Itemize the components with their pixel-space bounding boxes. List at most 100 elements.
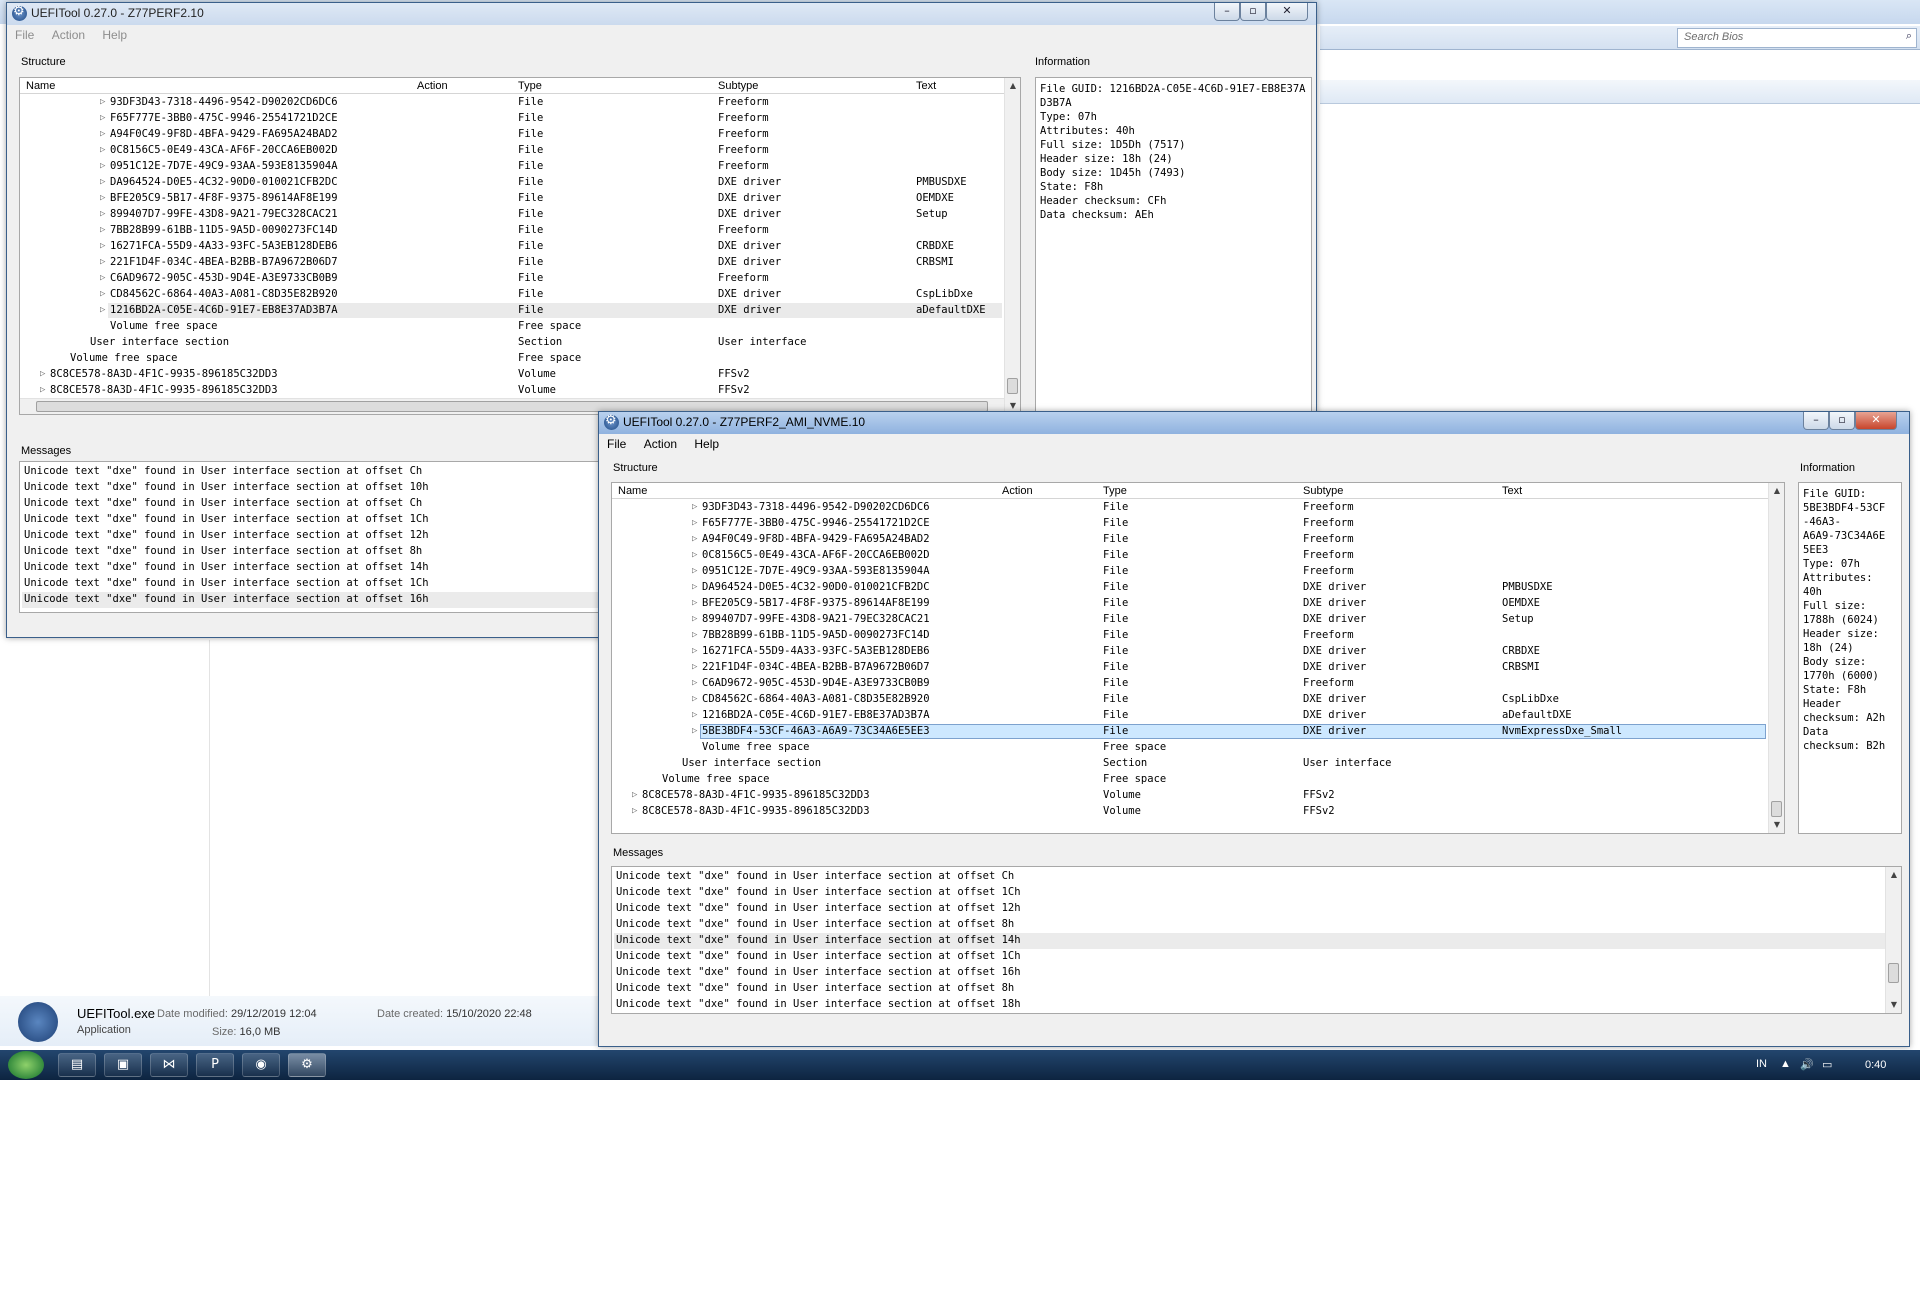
chrome-taskbar-button[interactable]: ◉ [242, 1053, 280, 1077]
powerpoint-taskbar-button[interactable]: P [196, 1053, 234, 1077]
column-subtype[interactable]: Subtype [718, 80, 758, 92]
tree-row[interactable]: ▷ 0951C12E-7D7E-49C9-93AA-593E8135904A Fil… [20, 159, 1004, 175]
maximize-button[interactable]: ▫ [1240, 3, 1266, 21]
message-row[interactable]: Unicode text "dxe" found in User interfa… [614, 981, 1885, 997]
language-indicator[interactable]: IN [1756, 1058, 1767, 1070]
search-icon[interactable]: ⌕ [1906, 30, 1912, 43]
expand-arrow-icon[interactable]: ▷ [692, 662, 697, 672]
menu-action[interactable]: Action [44, 25, 91, 42]
expand-arrow-icon[interactable]: ▷ [100, 209, 105, 219]
message-row[interactable]: Unicode text "dxe" found in User interfa… [614, 965, 1885, 981]
expand-arrow-icon[interactable]: ▷ [100, 97, 105, 107]
expand-arrow-icon[interactable]: ▷ [692, 582, 697, 592]
uefitool-window-front[interactable]: UEFITool 0.27.0 - Z77PERF2_AMI_NVME.10 –… [598, 411, 1910, 1047]
tree-row[interactable]: ▷ A94F0C49-9F8D-4BFA-9429-FA695A24BAD2 Fil… [20, 127, 1004, 143]
scroll-up-arrow[interactable]: ▲ [1769, 483, 1784, 499]
tree-row[interactable]: ▷ F65F777E-3BB0-475C-9946-25541721D2CE Fil… [612, 516, 1768, 532]
minimize-button[interactable]: – [1803, 412, 1829, 430]
uefitool-taskbar-button[interactable]: ⚙ [288, 1053, 326, 1077]
scroll-up-arrow[interactable]: ▲ [1005, 78, 1020, 94]
tree-row[interactable]: ▷ BFE205C9-5B17-4F8F-9375-89614AF8E199 Fil… [612, 596, 1768, 612]
message-row[interactable]: Unicode text "dxe" found in User interfa… [614, 917, 1885, 933]
scroll-thumb[interactable] [1771, 801, 1782, 817]
tree-row[interactable]: ▷ 5BE3BDF4-53CF-46A3-A6A9-73C34A6E5EE3 Fil… [612, 724, 1768, 740]
search-input[interactable]: Search Bios ⌕ [1677, 28, 1917, 48]
tree-row[interactable]: Volume free space Free space [612, 740, 1768, 756]
tree-row[interactable]: ▷ 899407D7-99FE-43D8-9A21-79EC328CAC21 Fil… [20, 207, 1004, 223]
tree-row[interactable]: ▷ CD84562C-6864-40A3-A081-C8D35E82B920 Fil… [612, 692, 1768, 708]
tree-row[interactable]: ▷ C6AD9672-905C-453D-9D4E-A3E9733CB0B9 Fil… [612, 676, 1768, 692]
tree-row[interactable]: Volume free space Free space [20, 319, 1004, 335]
tree-row[interactable]: ▷ 0951C12E-7D7E-49C9-93AA-593E8135904A Fil… [612, 564, 1768, 580]
messages-vertical-scrollbar[interactable]: ▲ ▼ [1885, 867, 1901, 1013]
tree-row[interactable]: ▷ 16271FCA-55D9-4A33-93FC-5A3EB128DEB6 Fil… [20, 239, 1004, 255]
column-type[interactable]: Type [1103, 485, 1127, 497]
column-action[interactable]: Action [417, 80, 448, 92]
menu-file[interactable]: File [599, 434, 632, 451]
expand-arrow-icon[interactable]: ▷ [100, 129, 105, 139]
clock[interactable]: 0:40 [1865, 1059, 1886, 1071]
maximize-button[interactable]: ▫ [1829, 412, 1855, 430]
structure-tree[interactable]: Name Action Type Subtype Text ▷ 93DF3D43-… [19, 77, 1021, 415]
tree-row[interactable]: ▷ 221F1D4F-034C-4BEA-B2BB-B7A9672B06D7 Fil… [20, 255, 1004, 271]
message-row[interactable]: Unicode text "dxe" found in User interfa… [614, 869, 1885, 885]
expand-arrow-icon[interactable]: ▷ [692, 566, 697, 576]
scroll-down-arrow[interactable]: ▼ [1769, 817, 1784, 833]
message-row[interactable]: Unicode text "dxe" found in User interfa… [614, 901, 1885, 917]
close-button[interactable]: ✕ [1855, 412, 1897, 430]
scroll-thumb[interactable] [1888, 963, 1899, 983]
menu-help[interactable]: Help [686, 434, 725, 451]
tree-row[interactable]: User interface section Section User interf… [20, 335, 1004, 351]
column-name[interactable]: Name [618, 485, 647, 497]
expand-arrow-icon[interactable]: ▷ [100, 113, 105, 123]
expand-arrow-icon[interactable]: ▷ [100, 305, 105, 315]
tree-row[interactable]: ▷ A94F0C49-9F8D-4BFA-9429-FA695A24BAD2 Fil… [612, 532, 1768, 548]
tree-row[interactable]: ▷ 0C8156C5-0E49-43CA-AF6F-20CCA6EB002D Fil… [612, 548, 1768, 564]
volume-icon[interactable]: 🔊 [1800, 1058, 1814, 1071]
scroll-up-arrow[interactable]: ▲ [1886, 867, 1901, 883]
network-icon[interactable]: ▭ [1822, 1058, 1832, 1071]
expand-arrow-icon[interactable]: ▷ [632, 806, 637, 816]
expand-arrow-icon[interactable]: ▷ [692, 598, 697, 608]
message-row[interactable]: Unicode text "dxe" found in User interfa… [614, 933, 1885, 949]
expand-arrow-icon[interactable]: ▷ [40, 369, 45, 379]
expand-arrow-icon[interactable]: ▷ [100, 177, 105, 187]
tree-row[interactable]: Volume free space Free space [612, 772, 1768, 788]
column-text[interactable]: Text [916, 80, 936, 92]
tree-row[interactable]: ▷ 93DF3D43-7318-4496-9542-D90202CD6DC6 Fil… [20, 95, 1004, 111]
expand-arrow-icon[interactable]: ▷ [692, 726, 697, 736]
tree-row[interactable]: ▷ BFE205C9-5B17-4F8F-9375-89614AF8E199 Fil… [20, 191, 1004, 207]
expand-arrow-icon[interactable]: ▷ [692, 550, 697, 560]
expand-arrow-icon[interactable]: ▷ [692, 614, 697, 624]
expand-arrow-icon[interactable]: ▷ [692, 710, 697, 720]
tree-vertical-scrollbar[interactable]: ▲ ▼ [1004, 78, 1020, 414]
tree-row[interactable]: ▷ DA964524-D0E5-4C32-90D0-010021CFB2DC Fil… [20, 175, 1004, 191]
expand-arrow-icon[interactable]: ▷ [100, 289, 105, 299]
expand-arrow-icon[interactable]: ▷ [100, 273, 105, 283]
expand-arrow-icon[interactable]: ▷ [100, 193, 105, 203]
expand-arrow-icon[interactable]: ▷ [692, 646, 697, 656]
menu-file[interactable]: File [7, 25, 40, 42]
media-center-taskbar-button[interactable]: ▣ [104, 1053, 142, 1077]
tree-row[interactable]: ▷ 899407D7-99FE-43D8-9A21-79EC328CAC21 Fil… [612, 612, 1768, 628]
expand-arrow-icon[interactable]: ▷ [692, 678, 697, 688]
tree-row[interactable]: Volume free space Free space [20, 351, 1004, 367]
message-row[interactable]: Unicode text "dxe" found in User interfa… [614, 885, 1885, 901]
expand-arrow-icon[interactable]: ▷ [100, 241, 105, 251]
expand-arrow-icon[interactable]: ▷ [632, 790, 637, 800]
expand-arrow-icon[interactable]: ▷ [100, 161, 105, 171]
show-hidden-icons-icon[interactable]: ▲ [1780, 1058, 1791, 1070]
tree-row[interactable]: ▷ 7BB28B99-61BB-11D5-9A5D-0090273FC14D Fil… [612, 628, 1768, 644]
menu-action[interactable]: Action [636, 434, 683, 451]
message-row[interactable]: Unicode text "dxe" found in User interfa… [614, 997, 1885, 1013]
tree-row[interactable]: ▷ 8C8CE578-8A3D-4F1C-9935-896185C32DD3 Vol… [612, 788, 1768, 804]
tree-row[interactable]: ▷ CD84562C-6864-40A3-A081-C8D35E82B920 Fil… [20, 287, 1004, 303]
expand-arrow-icon[interactable]: ▷ [692, 534, 697, 544]
tree-row[interactable]: ▷ 8C8CE578-8A3D-4F1C-9935-896185C32DD3 Vol… [20, 383, 1004, 399]
tree-row[interactable]: User interface section Section User interf… [612, 756, 1768, 772]
expand-arrow-icon[interactable]: ▷ [40, 385, 45, 395]
minimize-button[interactable]: – [1214, 3, 1240, 21]
column-text[interactable]: Text [1502, 485, 1522, 497]
tree-row[interactable]: ▷ 1216BD2A-C05E-4C6D-91E7-EB8E37AD3B7A Fil… [20, 303, 1004, 319]
column-action[interactable]: Action [1002, 485, 1033, 497]
